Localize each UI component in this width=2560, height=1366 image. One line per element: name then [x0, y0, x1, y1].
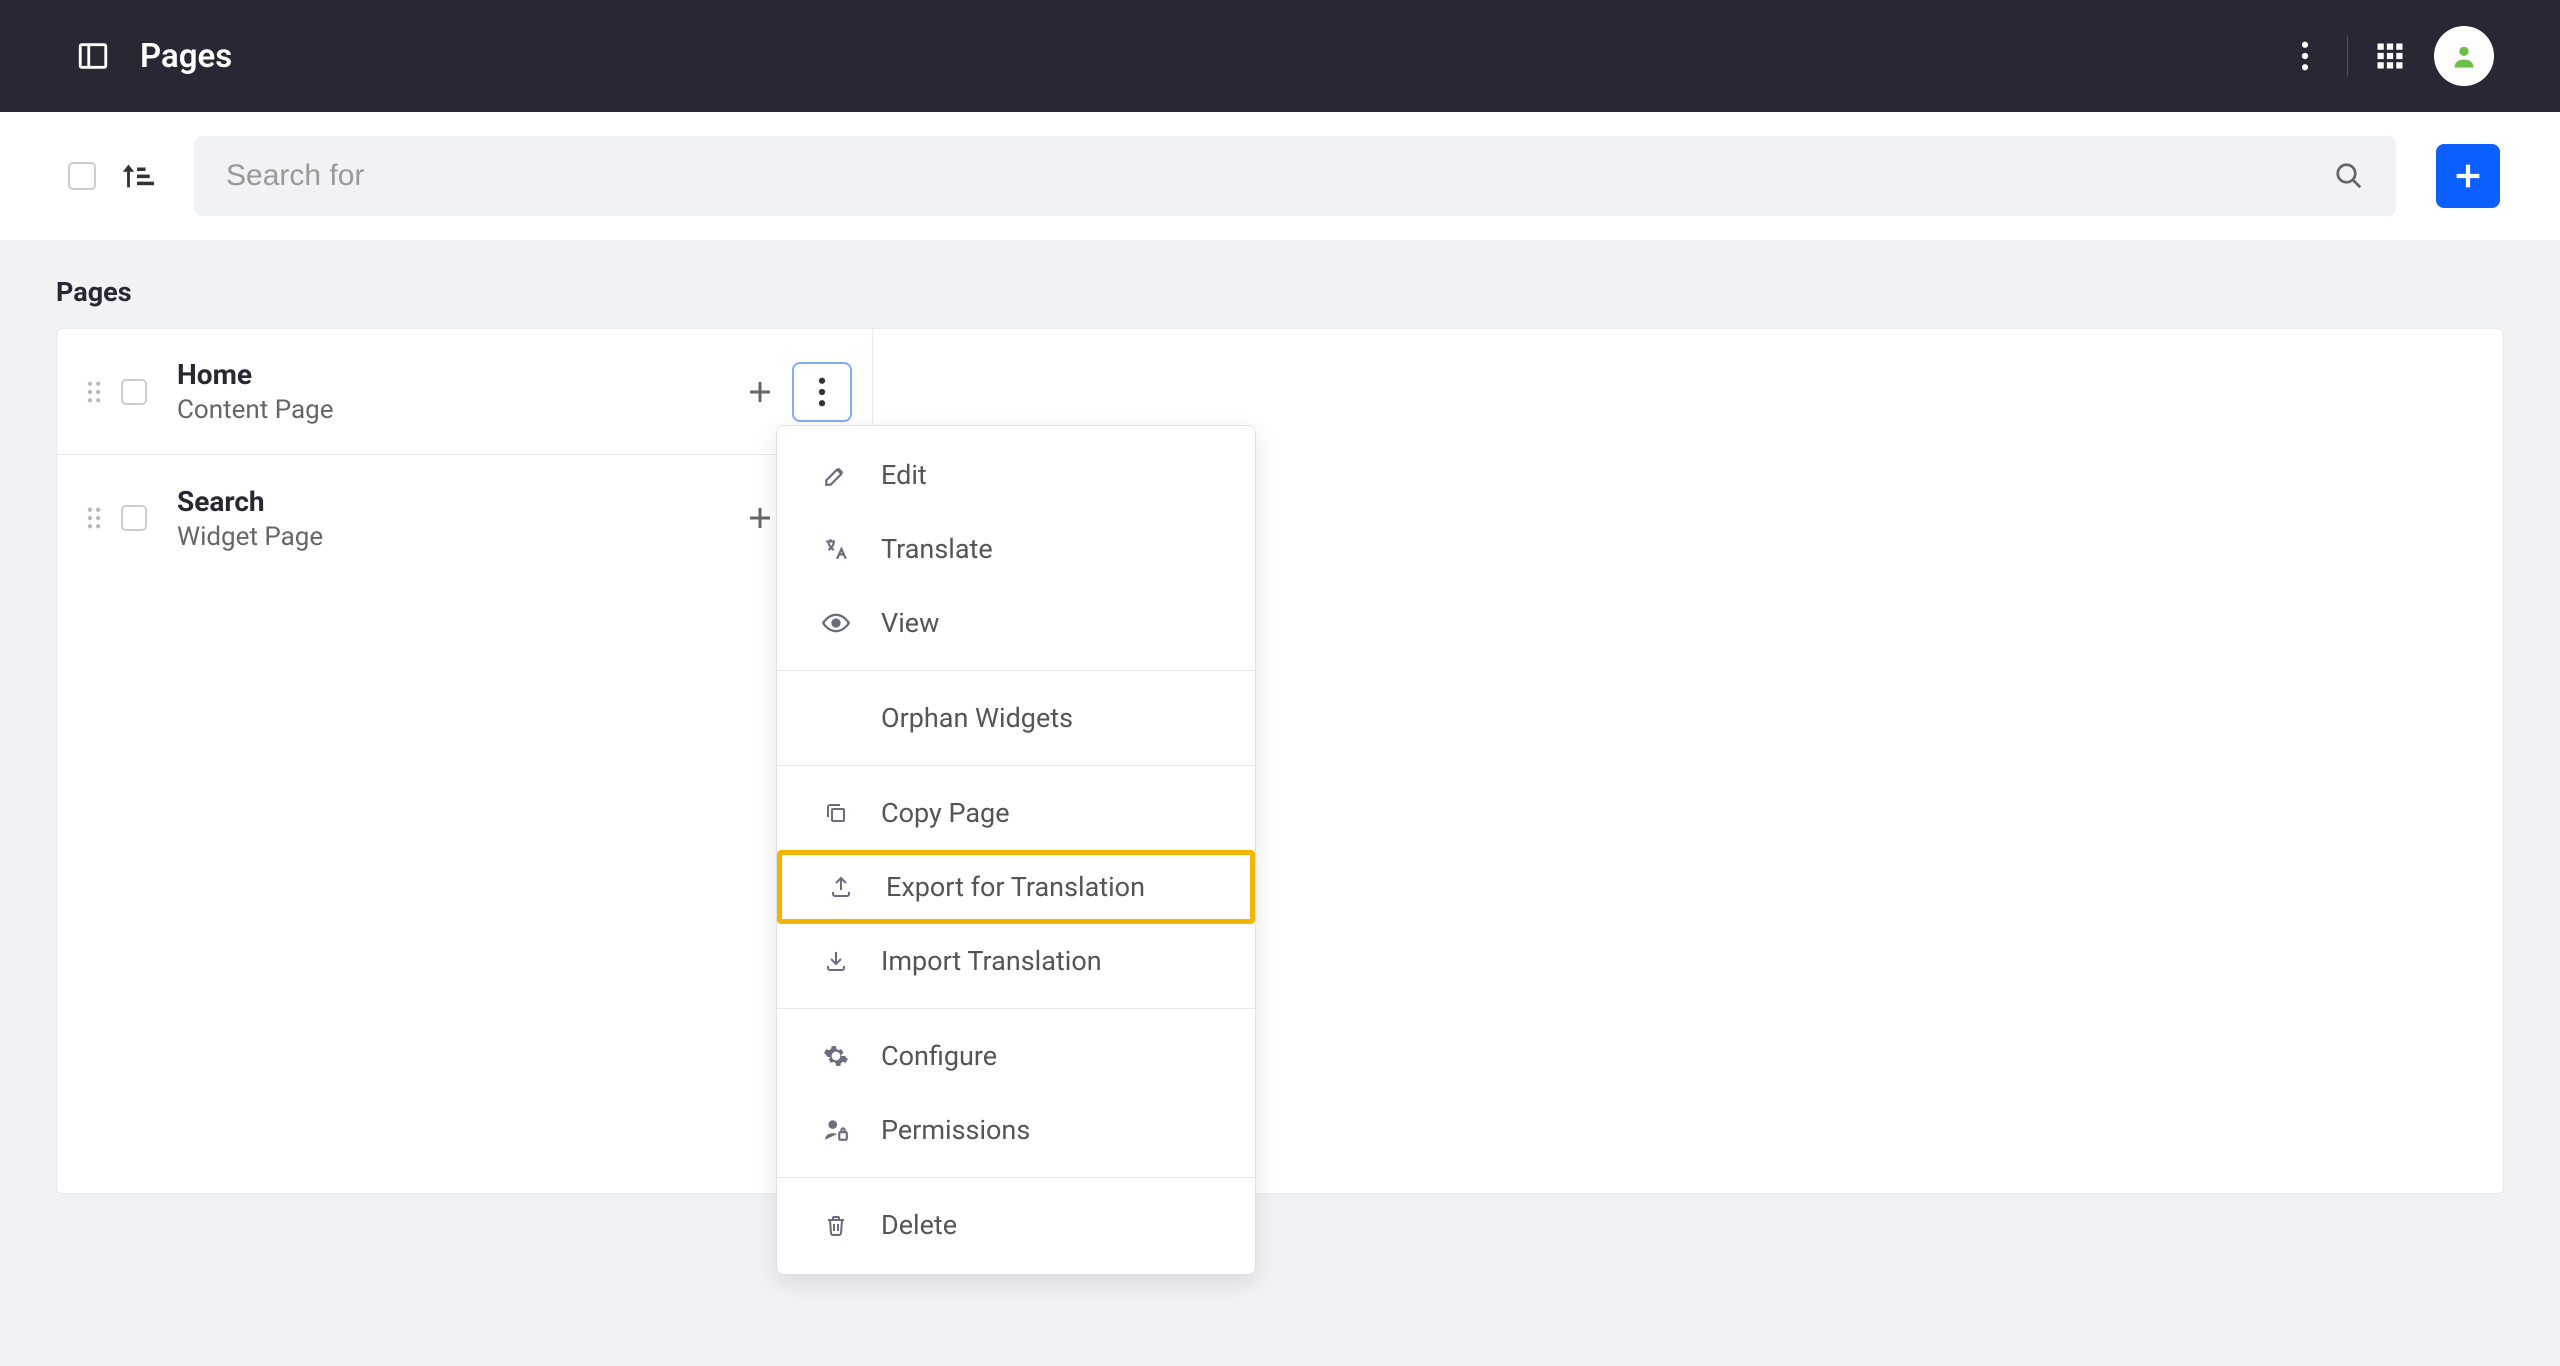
select-all-checkbox[interactable] — [68, 162, 96, 190]
menu-label: Import Translation — [881, 945, 1102, 977]
gear-icon — [817, 1043, 855, 1069]
trash-icon — [817, 1212, 855, 1238]
menu-divider — [777, 670, 1255, 671]
menu-copy-page[interactable]: Copy Page — [777, 776, 1255, 850]
row-texts: Search Widget Page — [177, 485, 734, 552]
pencil-icon — [817, 462, 855, 488]
download-icon — [817, 949, 855, 973]
header-title: Pages — [140, 37, 232, 76]
menu-delete[interactable]: Delete — [777, 1188, 1255, 1262]
menu-configure[interactable]: Configure — [777, 1019, 1255, 1093]
menu-divider — [777, 765, 1255, 766]
menu-label: Copy Page — [881, 797, 1010, 829]
menu-label: View — [881, 607, 939, 639]
search-input[interactable] — [226, 159, 2334, 193]
add-child-icon[interactable] — [734, 366, 786, 418]
row-checkbox[interactable] — [121, 379, 147, 405]
highlighted-menu-item: Export for Translation — [777, 850, 1255, 924]
search-box — [194, 136, 2396, 216]
menu-label: Export for Translation — [886, 871, 1145, 903]
page-title: Search — [177, 485, 734, 518]
header-separator — [2347, 36, 2348, 76]
menu-import-translation[interactable]: Import Translation — [777, 924, 1255, 998]
drag-handle-icon[interactable] — [87, 381, 101, 403]
translate-icon — [817, 536, 855, 562]
row-checkbox[interactable] — [121, 505, 147, 531]
menu-label: Delete — [881, 1209, 957, 1241]
menu-view[interactable]: View — [777, 586, 1255, 660]
permissions-icon — [817, 1117, 855, 1143]
copy-icon — [817, 801, 855, 825]
menu-permissions[interactable]: Permissions — [777, 1093, 1255, 1167]
menu-divider — [777, 1177, 1255, 1178]
app-header: Pages — [0, 0, 2560, 112]
content-area: Pages Home Content Page — [0, 240, 2560, 1230]
menu-export-translation[interactable]: Export for Translation — [782, 855, 1250, 919]
apps-grid-icon[interactable] — [2366, 32, 2414, 80]
menu-label: Permissions — [881, 1114, 1030, 1146]
menu-edit[interactable]: Edit — [777, 438, 1255, 512]
toolbar — [0, 112, 2560, 240]
page-subtitle: Widget Page — [177, 522, 734, 552]
menu-label: Orphan Widgets — [881, 702, 1073, 734]
sort-icon[interactable] — [120, 159, 154, 193]
page-row[interactable]: Search Widget Page — [57, 455, 872, 581]
upload-icon — [822, 875, 860, 899]
row-kebab-icon[interactable] — [792, 362, 852, 422]
add-button[interactable] — [2436, 144, 2500, 208]
menu-divider — [777, 1008, 1255, 1009]
page-title: Home — [177, 358, 734, 391]
context-menu: Edit Translate View Orphan Widgets Copy … — [776, 425, 1256, 1275]
pages-list: Home Content Page Search Widget Page — [56, 328, 2504, 1194]
search-icon[interactable] — [2334, 161, 2364, 191]
menu-orphan-widgets[interactable]: Orphan Widgets — [777, 681, 1255, 755]
menu-label: Configure — [881, 1040, 997, 1072]
eye-icon — [817, 613, 855, 633]
section-label: Pages — [56, 276, 2504, 308]
row-texts: Home Content Page — [177, 358, 734, 425]
pages-left-column: Home Content Page Search Widget Page — [57, 329, 873, 1193]
drag-handle-icon[interactable] — [87, 507, 101, 529]
page-row[interactable]: Home Content Page — [57, 329, 872, 455]
menu-label: Translate — [881, 533, 993, 565]
header-kebab-icon[interactable] — [2281, 32, 2329, 80]
menu-translate[interactable]: Translate — [777, 512, 1255, 586]
panel-toggle-icon[interactable] — [76, 39, 110, 73]
menu-label: Edit — [881, 459, 927, 491]
user-avatar[interactable] — [2434, 26, 2494, 86]
page-subtitle: Content Page — [177, 395, 734, 425]
